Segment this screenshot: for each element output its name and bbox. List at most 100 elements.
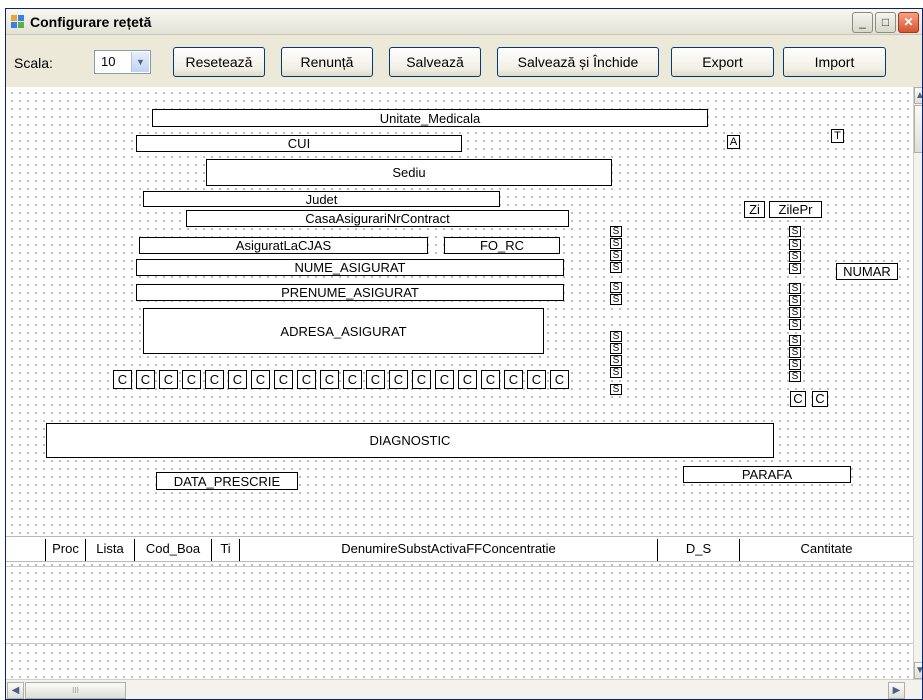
c-box[interactable]: C <box>320 370 339 389</box>
column-header[interactable]: D_S <box>657 539 739 561</box>
field-t[interactable]: T <box>831 129 844 143</box>
vertical-scroll-thumb[interactable] <box>914 105 922 153</box>
maximize-button[interactable]: □ <box>875 12 896 33</box>
s-box[interactable]: S <box>789 263 801 274</box>
s-box[interactable]: S <box>789 319 801 330</box>
field-prenume-asigurat[interactable]: PRENUME_ASIGURAT <box>136 284 564 301</box>
c-box[interactable]: C <box>790 391 806 407</box>
c-box[interactable]: C <box>504 370 523 389</box>
column-header[interactable]: Lista <box>85 539 134 561</box>
field-cui[interactable]: CUI <box>136 135 462 152</box>
window-title: Configurare rețetă <box>30 14 152 30</box>
c-box[interactable]: C <box>366 370 385 389</box>
column-header[interactable]: Cod_Boa <box>134 539 211 561</box>
c-box[interactable]: C <box>481 370 500 389</box>
s-box[interactable]: S <box>789 335 801 346</box>
app-icon <box>11 15 25 29</box>
save-close-button[interactable]: Salvează și Închide <box>497 47 659 77</box>
grid-header-row: Proc Lista Cod_Boa Ti DenumireSubstActiv… <box>6 536 913 562</box>
scroll-right-arrow[interactable]: ▶ <box>888 682 905 699</box>
s-box[interactable]: S <box>610 343 622 354</box>
s-box[interactable]: S <box>610 262 622 273</box>
field-numar[interactable]: NUMAR <box>836 263 898 280</box>
field-casa-asigurari[interactable]: CasaAsigurariNrContract <box>186 210 569 227</box>
c-box[interactable]: C <box>550 370 569 389</box>
grid-divider <box>6 566 913 567</box>
c-box[interactable]: C <box>297 370 316 389</box>
field-diagnostic[interactable]: DIAGNOSTIC <box>46 423 774 458</box>
field-adresa-asigurat[interactable]: ADRESA_ASIGURAT <box>143 308 544 354</box>
s-box[interactable]: S <box>789 307 801 318</box>
c-box[interactable]: C <box>159 370 178 389</box>
s-box[interactable]: S <box>789 239 801 250</box>
field-a[interactable]: A <box>727 135 740 149</box>
scroll-down-arrow[interactable]: ▼ <box>914 662 922 679</box>
column-header[interactable]: Ti <box>211 539 239 561</box>
s-box[interactable]: S <box>789 371 801 382</box>
s-box[interactable]: S <box>610 238 622 249</box>
c-box[interactable]: C <box>343 370 362 389</box>
c-box[interactable]: C <box>113 370 132 389</box>
c-box[interactable]: C <box>274 370 293 389</box>
column-header[interactable]: DenumireSubstActivaFFConcentratie <box>239 539 657 561</box>
c-box[interactable]: C <box>182 370 201 389</box>
window: Configurare rețetă _ □ ✕ Scala: 10 ▼ Res… <box>5 8 923 700</box>
export-button[interactable]: Export <box>671 47 774 77</box>
s-box[interactable]: S <box>610 294 622 305</box>
field-unitate-medicala[interactable]: Unitate_Medicala <box>152 109 708 127</box>
toolbar: Scala: 10 ▼ Resetează Renunță Salvează S… <box>6 36 922 86</box>
column-header[interactable]: Proc <box>45 539 85 561</box>
c-box[interactable]: C <box>251 370 270 389</box>
s-box[interactable]: S <box>789 347 801 358</box>
field-data-prescrie[interactable]: DATA_PRESCRIE <box>156 472 298 490</box>
s-box[interactable]: S <box>789 226 801 237</box>
s-box[interactable]: S <box>610 384 622 395</box>
c-box[interactable]: C <box>412 370 431 389</box>
scale-value: 10 <box>101 54 116 69</box>
title-bar: Configurare rețetă _ □ ✕ <box>6 9 922 35</box>
c-box[interactable]: C <box>435 370 454 389</box>
c-box[interactable]: C <box>136 370 155 389</box>
design-canvas[interactable]: Unitate_Medicala CUI Sediu Judet CasaAsi… <box>6 87 913 679</box>
c-box[interactable]: C <box>458 370 477 389</box>
field-asigurat-cjas[interactable]: AsiguratLaCJAS <box>139 237 428 254</box>
grid-divider <box>6 643 913 644</box>
minimize-button[interactable]: _ <box>852 12 873 33</box>
s-box[interactable]: S <box>610 355 622 366</box>
s-box[interactable]: S <box>789 283 801 294</box>
chevron-down-icon[interactable]: ▼ <box>131 52 149 72</box>
field-zile-pr[interactable]: ZilePr <box>769 201 822 218</box>
c-box[interactable]: C <box>812 391 828 407</box>
field-nume-asigurat[interactable]: NUME_ASIGURAT <box>136 259 564 276</box>
cancel-button[interactable]: Renunță <box>281 47 373 77</box>
vertical-scrollbar[interactable]: ▲ ▼ <box>913 87 922 679</box>
s-box[interactable]: S <box>610 331 622 342</box>
s-box[interactable]: S <box>789 295 801 306</box>
reset-button[interactable]: Resetează <box>173 47 265 77</box>
column-header[interactable]: Cantitate <box>739 539 913 561</box>
c-box[interactable]: C <box>228 370 247 389</box>
field-parafa[interactable]: PARAFA <box>683 466 851 483</box>
scale-select[interactable]: 10 ▼ <box>94 50 151 74</box>
scale-label: Scala: <box>14 55 53 71</box>
s-box[interactable]: S <box>610 226 622 237</box>
s-box[interactable]: S <box>789 359 801 370</box>
import-button[interactable]: Import <box>783 47 886 77</box>
horizontal-scroll-thumb[interactable]: III <box>25 682 126 699</box>
field-judet[interactable]: Judet <box>143 191 500 207</box>
horizontal-scrollbar[interactable]: ◀ III ▶ <box>6 679 922 699</box>
field-zi[interactable]: Zi <box>744 201 765 218</box>
close-button[interactable]: ✕ <box>898 12 919 33</box>
c-box[interactable]: C <box>389 370 408 389</box>
c-box[interactable]: C <box>527 370 546 389</box>
scroll-left-arrow[interactable]: ◀ <box>7 682 24 699</box>
s-box[interactable]: S <box>610 367 622 378</box>
save-button[interactable]: Salvează <box>389 47 481 77</box>
c-box[interactable]: C <box>205 370 224 389</box>
s-box[interactable]: S <box>789 251 801 262</box>
field-sediu[interactable]: Sediu <box>206 159 612 186</box>
field-fo-rc[interactable]: FO_RC <box>444 237 560 254</box>
s-box[interactable]: S <box>610 250 622 261</box>
s-box[interactable]: S <box>610 282 622 293</box>
scroll-up-arrow[interactable]: ▲ <box>914 87 922 104</box>
